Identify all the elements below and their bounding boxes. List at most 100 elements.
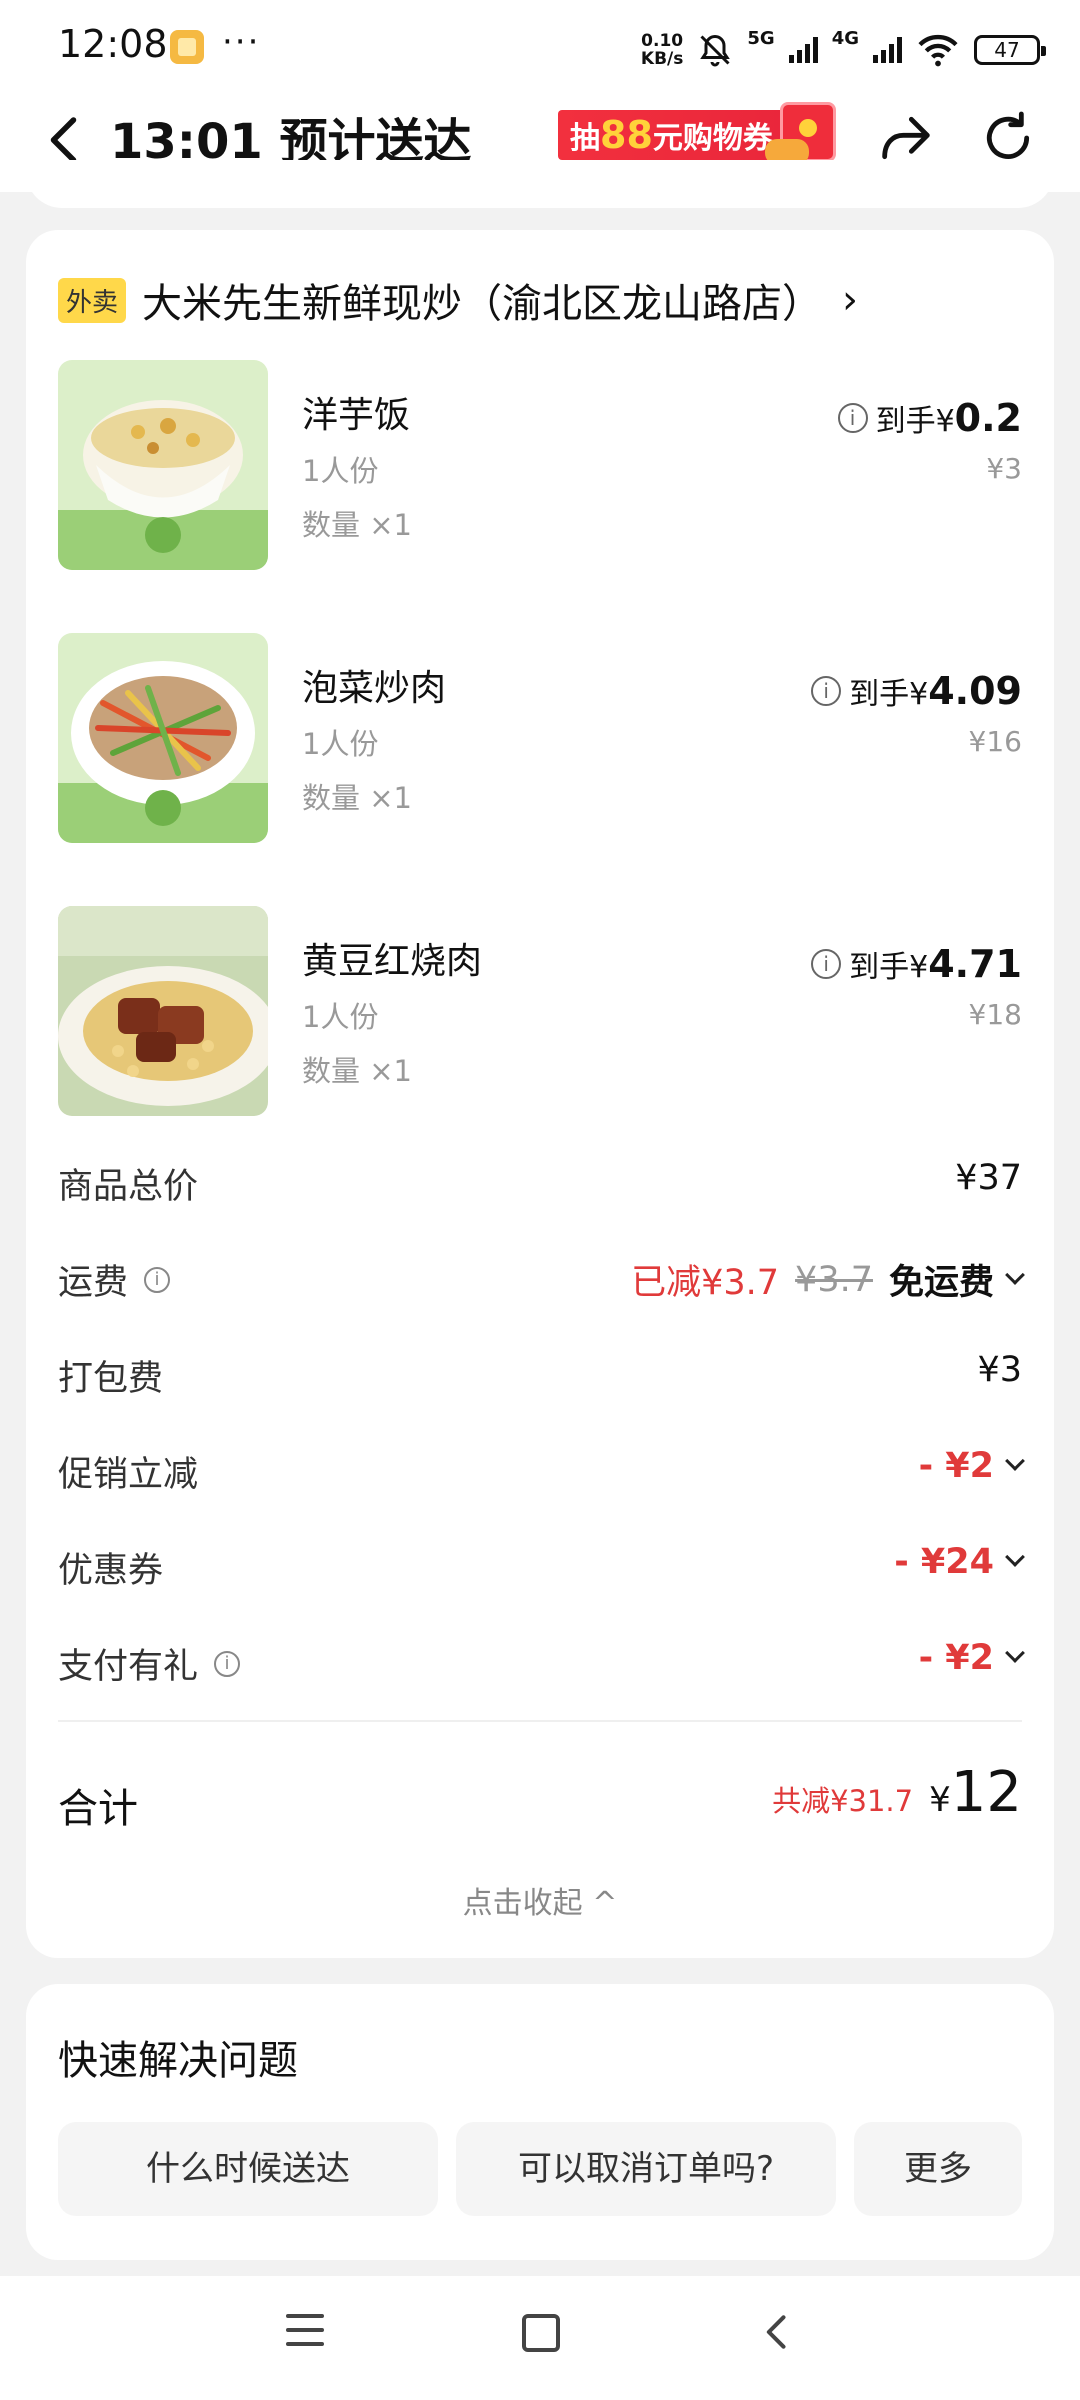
order-item[interactable]: 洋芋饭 1人份 数量 ×1 i 到手¥ 0.2 ¥3 <box>58 360 1022 570</box>
info-icon[interactable]: i <box>214 1650 241 1677</box>
payment-gift-label: 支付有礼 i <box>58 1638 241 1689</box>
total-label: 合计 <box>58 1786 138 1832</box>
payment-gift-value: - ¥2 <box>919 1638 1025 1678</box>
info-icon[interactable]: i <box>811 676 842 706</box>
final-price-prefix: 到手¥ <box>875 404 955 439</box>
back-nav-icon[interactable] <box>756 2310 800 2354</box>
home-icon[interactable] <box>522 2314 560 2352</box>
delivery-fee-value: 已减¥3.7 ¥3.7 免运费 <box>631 1254 1025 1305</box>
order-item[interactable]: 黄豆红烧肉 1人份 数量 ×1 i 到手¥ 4.71 ¥18 <box>58 906 1022 1116</box>
final-price-value: 0.2 <box>954 396 1022 440</box>
chevron-right-icon: › <box>842 277 859 323</box>
promotion-discount-amount: - ¥2 <box>918 1446 994 1486</box>
total-saved: 共减¥31.7 <box>772 1784 914 1818</box>
item-final-price: i 到手¥ 0.2 <box>837 396 1022 440</box>
goods-total-row: 商品总价 ¥37 <box>58 1152 1022 1212</box>
more-button[interactable]: 更多 <box>854 2122 1022 2216</box>
divider <box>58 1720 1022 1722</box>
final-price-value: 4.09 <box>928 669 1022 713</box>
total-amount: 共减¥31.7 ¥ 12 <box>772 1760 1022 1825</box>
system-nav-bar <box>0 2276 1080 2400</box>
item-final-price: i 到手¥ 4.71 <box>811 942 1022 986</box>
item-name: 洋芋饭 <box>302 395 411 436</box>
item-quantity: 数量 ×1 <box>302 1054 412 1088</box>
gift-icon[interactable] <box>765 102 836 165</box>
item-original-price: ¥18 <box>968 998 1022 1031</box>
goods-total-label: 商品总价 <box>58 1167 199 1207</box>
final-price-prefix: 到手¥ <box>849 677 929 712</box>
delivery-fee-label-text: 运费 <box>58 1263 129 1303</box>
delivery-original-price: ¥3.7 <box>795 1259 873 1300</box>
battery-icon: 47 <box>974 35 1046 65</box>
status-bar: 12:08 ··· 0.10 KB/s 5G 4G 47 <box>0 0 1080 92</box>
packing-fee-row: 打包费 ¥3 <box>58 1344 1022 1404</box>
network-5g-label: 5G <box>747 27 775 49</box>
item-quantity: 数量 ×1 <box>302 781 412 815</box>
network-speed: 0.10 KB/s <box>641 32 683 68</box>
promotion-discount-value: - ¥2 <box>918 1446 1025 1486</box>
item-final-price: i 到手¥ 4.09 <box>811 669 1022 713</box>
order-detail-card: 外卖 大米先生新鲜现炒（渝北区龙山路店） › 洋芋饭 1人份 数量 ×1 i 到… <box>26 230 1054 1958</box>
promo-prefix: 抽 <box>570 121 600 156</box>
info-icon[interactable]: i <box>811 949 842 979</box>
chevron-down-icon[interactable] <box>1005 1547 1025 1567</box>
info-icon[interactable]: i <box>837 403 868 433</box>
delivery-reduced: 已减¥3.7 <box>631 1263 780 1303</box>
status-icons: 0.10 KB/s 5G 4G 47 <box>641 26 1046 74</box>
wifi-icon <box>918 34 958 67</box>
promo-suffix: 元购物券 <box>652 121 773 156</box>
status-time: 12:08 <box>58 22 168 66</box>
delivery-fee-label: 运费 i <box>58 1254 171 1305</box>
network-4g-label: 4G <box>831 27 859 49</box>
collapse-button[interactable]: 点击收起 ^ <box>26 1878 1054 1922</box>
store-name: 大米先生新鲜现炒（渝北区龙山路店） <box>142 281 823 327</box>
packing-fee-label: 打包费 <box>58 1359 164 1399</box>
item-quantity: 数量 ×1 <box>302 508 412 542</box>
info-icon[interactable]: i <box>144 1266 171 1293</box>
chevron-down-icon[interactable] <box>1005 1643 1025 1663</box>
free-delivery-label: 免运费 <box>888 1263 994 1303</box>
item-original-price: ¥3 <box>986 452 1022 485</box>
dish-image-braised-pork-soybean <box>58 906 268 1116</box>
coupon-value: - ¥24 <box>894 1542 1025 1582</box>
payment-gift-label-text: 支付有礼 <box>58 1647 199 1687</box>
cancel-order-button[interactable]: 可以取消订单吗? <box>456 2122 836 2216</box>
chevron-down-icon[interactable] <box>1005 1451 1025 1471</box>
item-portion: 1人份 <box>302 727 379 761</box>
network-speed-unit: KB/s <box>640 49 684 69</box>
dish-image-potato-rice <box>58 360 268 570</box>
payment-gift-row[interactable]: 支付有礼 i - ¥2 <box>58 1632 1025 1692</box>
packing-fee-value: ¥3 <box>977 1350 1022 1390</box>
takeout-badge: 外卖 <box>58 277 127 323</box>
recent-apps-icon[interactable] <box>286 2314 324 2352</box>
order-item[interactable]: 泡菜炒肉 1人份 数量 ×1 i 到手¥ 4.09 ¥16 <box>58 633 1022 843</box>
store-link[interactable]: 外卖 大米先生新鲜现炒（渝北区龙山路店） › <box>58 270 858 330</box>
item-name: 黄豆红烧肉 <box>302 941 483 982</box>
item-original-price: ¥16 <box>968 725 1022 758</box>
battery-level: 47 <box>994 38 1020 62</box>
item-portion: 1人份 <box>302 454 379 488</box>
item-name: 泡菜炒肉 <box>302 668 447 709</box>
coupon-label: 优惠券 <box>58 1551 164 1591</box>
signal-4g-icon <box>873 37 902 63</box>
chevron-down-icon[interactable] <box>1005 1264 1025 1285</box>
delivery-fee-row[interactable]: 运费 i 已减¥3.7 ¥3.7 免运费 <box>58 1248 1025 1308</box>
previous-card-bottom <box>26 160 1054 208</box>
notification-app-icon <box>170 30 204 64</box>
bell-off-icon <box>700 34 731 67</box>
dish-image-pickled-pork <box>58 633 268 843</box>
promo-amount: 88 <box>600 113 653 157</box>
total-value: 12 <box>950 1760 1022 1825</box>
when-delivered-button[interactable]: 什么时候送达 <box>58 2122 438 2216</box>
final-price-prefix: 到手¥ <box>849 950 929 985</box>
promotion-discount-label: 促销立减 <box>58 1455 199 1495</box>
final-price-value: 4.71 <box>928 942 1022 986</box>
quick-help-title: 快速解决问题 <box>58 2038 298 2084</box>
signal-5g-icon <box>788 37 818 63</box>
coupon-amount: - ¥24 <box>894 1542 994 1582</box>
total-currency: ¥ <box>929 1780 951 1820</box>
promotion-discount-row[interactable]: 促销立减 - ¥2 <box>58 1440 1025 1500</box>
coupon-row[interactable]: 优惠券 - ¥24 <box>58 1536 1025 1596</box>
network-speed-value: 0.10 <box>641 31 684 51</box>
goods-total-value: ¥37 <box>955 1158 1022 1198</box>
